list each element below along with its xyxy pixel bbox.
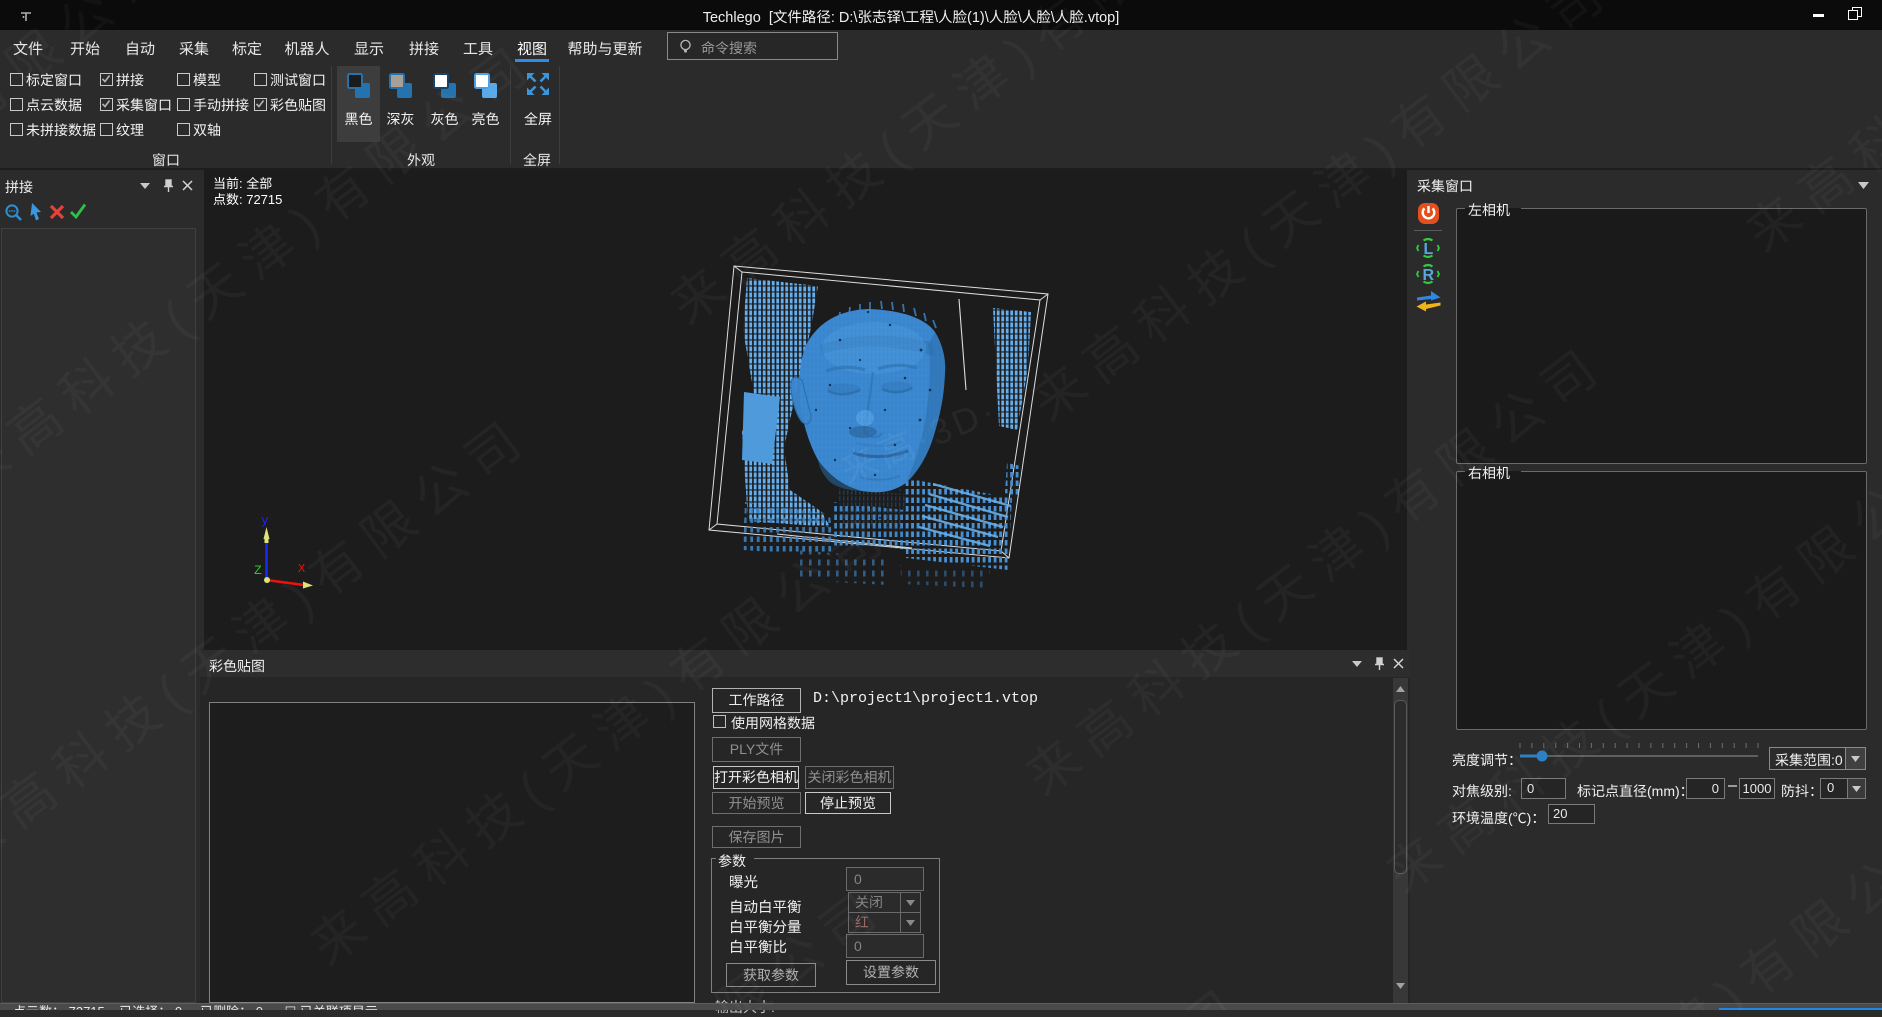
svg-text:Z: Z <box>254 563 262 578</box>
svg-text:X: X <box>298 562 305 576</box>
svg-text:L: L <box>1424 241 1434 258</box>
svg-text:R: R <box>1423 267 1435 284</box>
svg-text:y: y <box>261 513 269 528</box>
